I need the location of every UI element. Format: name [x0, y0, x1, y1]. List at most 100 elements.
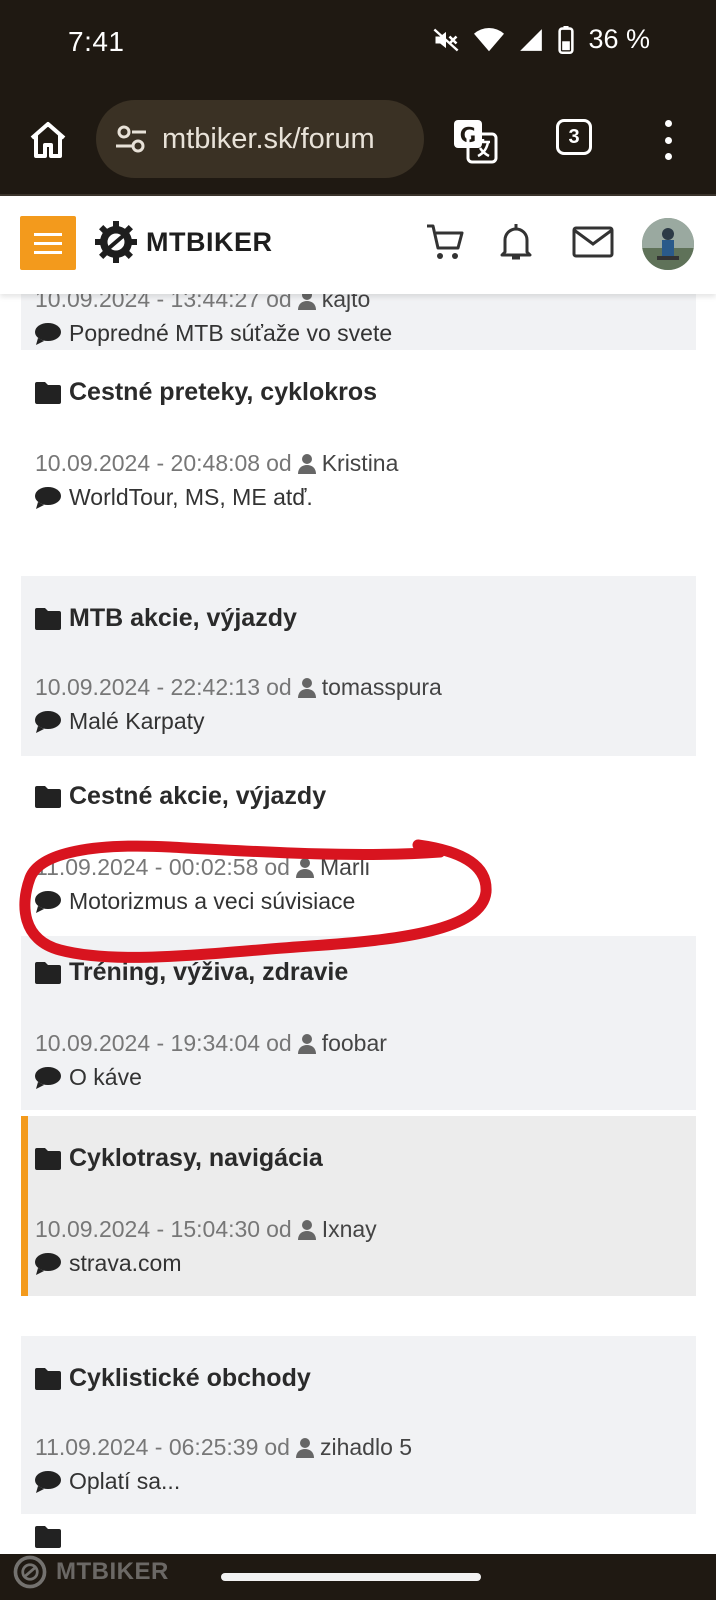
url-bar[interactable]: mtbiker.sk/forum	[96, 100, 424, 178]
last-post-date: 10.09.2024 - 13:44:27	[35, 294, 261, 312]
forum-title-text: MTB akcie, výjazdy	[69, 604, 297, 632]
forum-row[interactable]: Cestné akcie, výjazdy 11.09.2024 - 00:02…	[21, 756, 696, 930]
forum-title[interactable]: Tréning, výživa, zdravie	[35, 958, 348, 987]
comment-icon	[35, 1470, 61, 1493]
forum-title-text: Cyklotrasy, navigácia	[69, 1144, 323, 1172]
last-topic[interactable]: strava.com	[35, 1250, 181, 1277]
forum-title-text: Cestné preteky, cyklokros	[69, 378, 378, 406]
comment-icon	[35, 890, 61, 913]
last-post-user[interactable]: Ixnay	[297, 1216, 377, 1243]
home-gesture-handle[interactable]	[221, 1573, 481, 1581]
forum-title[interactable]: Cestné preteky, cyklokros	[35, 378, 377, 407]
forum-row-active[interactable]: Cyklotrasy, navigácia 10.09.2024 - 15:04…	[21, 1116, 696, 1296]
last-post-date: 10.09.2024 - 15:04:30	[35, 1216, 261, 1242]
battery-icon	[558, 25, 575, 54]
last-post-date: 11.09.2024 - 06:25:39	[35, 1434, 259, 1460]
cart-icon[interactable]	[424, 220, 468, 264]
forum-list: 10.09.2024 - 13:44:27 od kajto Popredné …	[0, 294, 716, 1554]
forum-title[interactable]: Cyklotrasy, navigácia	[35, 1144, 323, 1173]
comment-icon	[35, 486, 61, 509]
watermark: MTBIKER	[10, 1552, 169, 1592]
browser-toolbar: mtbiker.sk/forum G 3	[0, 84, 716, 196]
user-icon	[295, 857, 314, 878]
forum-title-text: Cestné akcie, výjazdy	[69, 782, 327, 810]
url-text: mtbiker.sk/forum	[162, 122, 375, 155]
row-meta: 10.09.2024 - 15:04:30 od Ixnay	[35, 1216, 377, 1243]
logo-text: MTBIKER	[146, 226, 273, 257]
site-logo[interactable]: MTBIKER	[94, 220, 273, 264]
last-post-date: 11.09.2024 - 00:02:58	[35, 854, 259, 880]
translate-button[interactable]: G	[452, 118, 498, 164]
folder-icon	[35, 1367, 61, 1390]
forum-row[interactable]: MTB akcie, výjazdy 10.09.2024 - 22:42:13…	[21, 576, 696, 756]
last-post-user[interactable]: Kristina	[297, 450, 398, 477]
last-topic[interactable]: Motorizmus a veci súvisiace	[35, 888, 355, 915]
menu-button[interactable]	[20, 216, 76, 270]
forum-title[interactable]: MTB akcie, výjazdy	[35, 604, 297, 633]
user-name: foobar	[321, 1030, 387, 1056]
user-name: tomasspura	[321, 674, 442, 700]
forum-row[interactable]: 10.09.2024 - 13:44:27 od kajto Popredné …	[21, 294, 696, 350]
last-post-user[interactable]: tomasspura	[297, 674, 442, 701]
last-topic[interactable]: WorldTour, MS, ME atď.	[35, 484, 313, 511]
user-name: Ixnay	[321, 1216, 377, 1242]
tabs-button[interactable]: 3	[556, 119, 592, 155]
last-post-user[interactable]: kajto	[297, 294, 371, 313]
row-meta: 10.09.2024 - 19:34:04 od foobar	[35, 1030, 387, 1057]
forum-row[interactable]	[21, 1520, 696, 1554]
od-label: od	[264, 1434, 290, 1460]
od-label: od	[266, 294, 292, 312]
home-button[interactable]	[24, 116, 72, 164]
status-bar: 7:41 36 %	[0, 0, 716, 84]
mail-icon[interactable]	[570, 220, 616, 264]
user-icon	[297, 677, 316, 698]
od-label: od	[266, 1030, 292, 1056]
last-post-user[interactable]: foobar	[297, 1030, 387, 1057]
folder-icon	[35, 607, 61, 630]
wifi-icon	[474, 27, 505, 51]
row-meta: 10.09.2024 - 13:44:27 od kajto	[35, 294, 370, 313]
mute-icon	[434, 28, 459, 51]
user-icon	[297, 294, 316, 310]
comment-icon	[35, 1066, 61, 1089]
user-icon	[297, 453, 316, 474]
last-topic-text: Malé Karpaty	[69, 708, 205, 734]
forum-row[interactable]: Cyklistické obchody 11.09.2024 - 06:25:3…	[21, 1336, 696, 1514]
forum-title-text: Tréning, výživa, zdravie	[69, 958, 349, 986]
last-topic[interactable]: O káve	[35, 1064, 142, 1091]
tune-icon[interactable]	[114, 122, 148, 156]
user-icon	[297, 1033, 316, 1054]
watermark-text: MTBIKER	[56, 1558, 169, 1585]
last-post-user[interactable]: zihadlo 5	[295, 1434, 412, 1461]
forum-row[interactable]: Tréning, výživa, zdravie 10.09.2024 - 19…	[21, 936, 696, 1110]
folder-icon	[35, 785, 61, 808]
od-label: od	[266, 674, 292, 700]
status-time: 7:41	[68, 26, 125, 57]
signal-icon	[520, 28, 543, 51]
site-header: MTBIKER	[0, 198, 716, 294]
logo-gear-icon	[95, 221, 137, 263]
last-topic[interactable]: Malé Karpaty	[35, 708, 205, 735]
forum-title[interactable]	[35, 1526, 61, 1548]
status-icons: 36 %	[432, 24, 650, 55]
more-button[interactable]	[656, 120, 680, 160]
forum-title[interactable]: Cestné akcie, výjazdy	[35, 782, 326, 811]
last-topic[interactable]: Popredné MTB súťaže vo svete	[35, 320, 392, 347]
home-icon	[30, 122, 66, 158]
row-meta: 10.09.2024 - 22:42:13 od tomasspura	[35, 674, 442, 701]
watermark-gear-icon	[13, 1555, 47, 1589]
comment-icon	[35, 322, 61, 345]
last-topic-text: O káve	[69, 1064, 142, 1090]
last-topic-text: WorldTour, MS, ME atď.	[69, 484, 313, 510]
last-topic[interactable]: Oplatí sa...	[35, 1468, 180, 1495]
forum-title[interactable]: Cyklistické obchody	[35, 1364, 311, 1393]
user-name: kajto	[321, 294, 371, 312]
bell-icon[interactable]	[494, 220, 538, 264]
last-post-user[interactable]: Marli	[295, 854, 370, 881]
forum-row[interactable]: Cestné preteky, cyklokros 10.09.2024 - 2…	[21, 350, 696, 564]
od-label: od	[264, 854, 290, 880]
folder-icon	[35, 961, 61, 984]
translate-icon: G	[454, 120, 498, 164]
last-topic-text: Motorizmus a veci súvisiace	[69, 888, 356, 914]
avatar[interactable]	[642, 218, 694, 270]
